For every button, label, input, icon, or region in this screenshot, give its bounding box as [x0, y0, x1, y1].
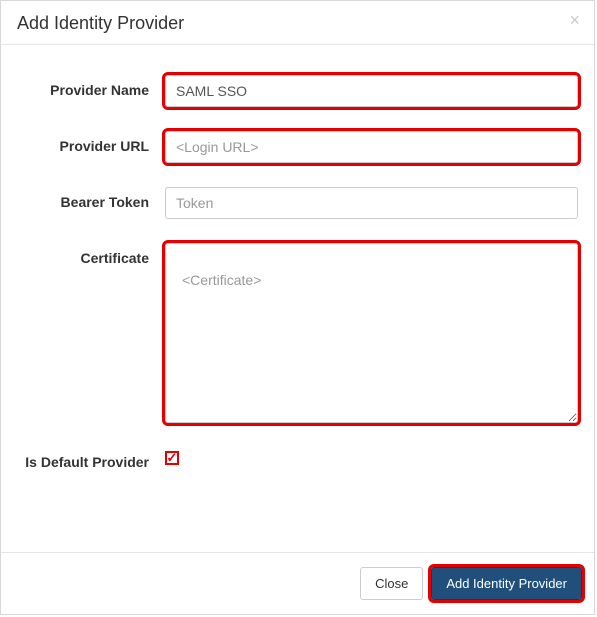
row-provider-name: Provider Name	[17, 75, 578, 107]
label-provider-name: Provider Name	[17, 75, 165, 99]
modal-header: Add Identity Provider ×	[1, 1, 594, 45]
row-provider-url: Provider URL	[17, 131, 578, 163]
add-identity-provider-button[interactable]: Add Identity Provider	[431, 567, 582, 600]
certificate-textarea[interactable]	[165, 243, 578, 423]
row-is-default: Is Default Provider ✓	[17, 447, 578, 471]
close-button[interactable]: Close	[360, 567, 423, 600]
label-provider-url: Provider URL	[17, 131, 165, 155]
modal-title: Add Identity Provider	[17, 13, 578, 34]
modal-footer: Close Add Identity Provider	[1, 552, 594, 614]
is-default-checkbox[interactable]: ✓	[165, 451, 179, 465]
close-icon[interactable]: ×	[569, 11, 580, 29]
label-bearer-token: Bearer Token	[17, 187, 165, 211]
add-identity-provider-modal: Add Identity Provider × Provider Name Pr…	[0, 0, 595, 615]
label-certificate: Certificate	[17, 243, 165, 267]
provider-url-input[interactable]	[165, 131, 578, 163]
modal-body: Provider Name Provider URL Bearer Token …	[1, 45, 594, 552]
bearer-token-input[interactable]	[165, 187, 578, 219]
row-certificate: Certificate	[17, 243, 578, 423]
provider-name-input[interactable]	[165, 75, 578, 107]
label-is-default: Is Default Provider	[17, 447, 165, 471]
row-bearer-token: Bearer Token	[17, 187, 578, 219]
